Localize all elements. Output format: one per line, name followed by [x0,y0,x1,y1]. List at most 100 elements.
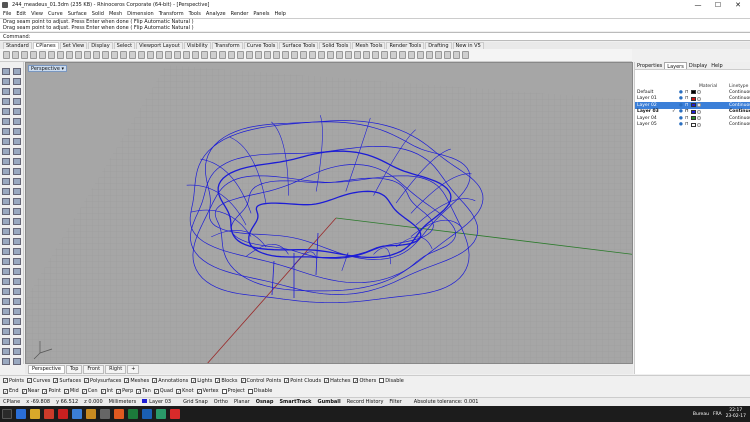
tool-button-icon[interactable] [255,51,262,59]
status-toggle[interactable]: Ortho [214,399,228,405]
panel-tab-layers[interactable]: Layers [664,62,687,70]
layer-color-swatch[interactable] [691,103,696,108]
toolbar-tab[interactable]: Display [88,42,113,49]
tool-button-icon[interactable] [264,51,271,59]
selection-filter-checkbox[interactable]: ✓ Surfaces [53,378,81,384]
material-icon[interactable] [697,103,701,108]
material-icon[interactable] [697,90,701,95]
taskbar-app-icon[interactable] [142,409,152,419]
status-toggle[interactable]: Gumball [317,399,340,405]
palette-tool-icon[interactable] [13,178,21,185]
palette-tool-icon[interactable] [2,348,10,355]
layer-linetype[interactable]: Continuous [729,122,750,127]
tool-button-icon[interactable] [75,51,82,59]
visibility-bulb-icon[interactable]: ● [679,96,683,101]
tool-button-icon[interactable] [426,51,433,59]
selection-filter-checkbox[interactable]: ✓ Blocks [215,378,238,384]
status-toggle[interactable]: Filter [389,399,401,405]
panel-tab-properties[interactable]: Properties [635,62,664,69]
taskbar-app-icon[interactable] [30,409,40,419]
palette-tool-icon[interactable] [2,338,10,345]
palette-tool-icon[interactable] [13,78,21,85]
tool-button-icon[interactable] [381,51,388,59]
visibility-bulb-icon[interactable]: ● [679,122,683,127]
tool-button-icon[interactable] [399,51,406,59]
visibility-bulb-icon[interactable]: ● [679,109,683,114]
palette-tool-icon[interactable] [2,218,10,225]
menu-item[interactable]: Mesh [109,11,122,17]
menu-item[interactable]: Analyze [206,11,226,17]
osnap-checkbox[interactable]: Disable [247,388,272,394]
palette-tool-icon[interactable] [2,128,10,135]
perspective-viewport[interactable]: Perspective ▾ [25,62,633,364]
viewport-tab-right[interactable]: Right [105,364,127,374]
status-toggle[interactable]: SmartTrack [279,399,311,405]
panel-tab-display[interactable]: Display [687,62,709,69]
tool-button-icon[interactable] [129,51,136,59]
checkbox[interactable]: ✓ [84,378,90,383]
tool-button-icon[interactable] [219,51,226,59]
palette-tool-icon[interactable] [13,148,21,155]
palette-tool-icon[interactable] [2,208,10,215]
viewport-tab-front[interactable]: Front [83,364,105,374]
layer-color-swatch[interactable] [691,122,696,127]
visibility-bulb-icon[interactable]: ● [679,116,683,121]
selection-filter-checkbox[interactable]: ✓ Control Points [240,378,281,384]
status-units[interactable]: Millimeters [109,399,137,405]
lock-icon[interactable]: ⊓ [685,122,689,127]
palette-tool-icon[interactable] [2,78,10,85]
palette-tool-icon[interactable] [13,128,21,135]
menu-item[interactable]: Transform [159,11,184,17]
palette-tool-icon[interactable] [13,198,21,205]
palette-tool-icon[interactable] [2,278,10,285]
tool-button-icon[interactable] [30,51,37,59]
tool-button-icon[interactable] [192,51,199,59]
osnap-checkbox[interactable]: ✓ Quad [153,388,173,394]
visibility-bulb-icon[interactable]: ● [679,103,683,108]
palette-tool-icon[interactable] [2,298,10,305]
tool-button-icon[interactable] [201,51,208,59]
palette-tool-icon[interactable] [13,158,21,165]
selection-filter-checkbox[interactable]: ✓ Hatches [324,378,350,384]
selection-filter-checkbox[interactable]: ✓ Meshes [124,378,149,384]
taskbar-app-icon[interactable] [72,409,82,419]
checkbox[interactable]: ✓ [284,378,290,383]
palette-tool-icon[interactable] [13,288,21,295]
status-layer[interactable]: Layer 03 [142,399,177,405]
palette-tool-icon[interactable] [13,98,21,105]
osnap-checkbox[interactable]: ✓ Near [21,388,39,394]
toolbar-tab[interactable]: New in V5 [452,42,484,49]
osnap-checkbox[interactable]: ✓ Perp [116,388,133,394]
palette-tool-icon[interactable] [13,208,21,215]
toolbar-tab[interactable]: Transform [211,42,243,49]
menu-item[interactable]: Curve [48,11,63,17]
osnap-checkbox[interactable]: ✓ Knot [176,388,194,394]
tool-button-icon[interactable] [3,51,10,59]
tool-button-icon[interactable] [57,51,64,59]
osnap-checkbox[interactable]: ✓ Mid [63,388,79,394]
tool-button-icon[interactable] [210,51,217,59]
tool-button-icon[interactable] [120,51,127,59]
layer-color-swatch[interactable] [691,116,696,121]
menu-item[interactable]: Solid [92,11,104,17]
selection-filter-checkbox[interactable]: Disable [379,378,404,384]
taskbar-app-icon[interactable] [128,409,138,419]
material-icon[interactable] [697,122,701,127]
tool-button-icon[interactable] [93,51,100,59]
checkbox[interactable]: ✓ [42,388,48,394]
checkbox[interactable]: ✓ [53,378,59,383]
palette-tool-icon[interactable] [2,238,10,245]
checkbox[interactable]: ✓ [324,378,330,383]
lock-icon[interactable]: ⊓ [685,109,689,114]
selection-filter-checkbox[interactable]: ✓ Polysurfaces [84,378,121,384]
menu-item[interactable]: Tools [189,11,201,17]
lock-icon[interactable]: ⊓ [685,90,689,95]
osnap-checkbox[interactable]: ✓ Tan [136,388,151,394]
taskbar-app-icon[interactable] [156,409,166,419]
checkbox[interactable]: ✓ [152,378,158,383]
taskbar-app-icon[interactable] [100,409,110,419]
osnap-checkbox[interactable]: ✓ Point [42,388,61,394]
palette-tool-icon[interactable] [2,308,10,315]
tool-button-icon[interactable] [300,51,307,59]
status-toggle[interactable]: Osnap [256,399,274,405]
